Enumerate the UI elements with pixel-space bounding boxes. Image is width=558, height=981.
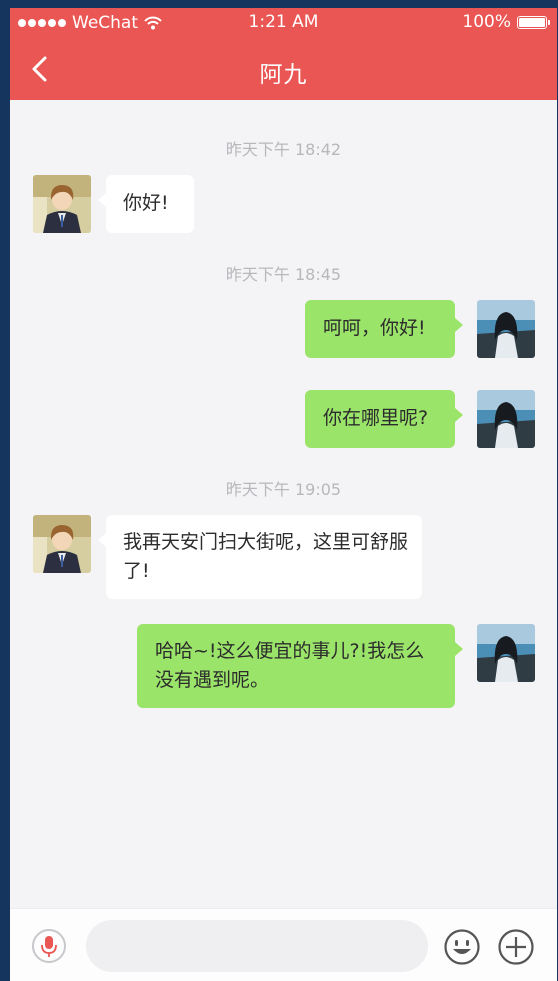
avatar-image bbox=[477, 390, 535, 448]
avatar-image bbox=[477, 300, 535, 358]
chat-title: 阿九 bbox=[259, 62, 308, 88]
outgoing-message[interactable]: 你在哪里呢? bbox=[305, 390, 463, 448]
outgoing-message[interactable]: 呵呵，你好! bbox=[305, 300, 463, 358]
plus-icon[interactable] bbox=[497, 928, 535, 966]
battery-status: 100% bbox=[462, 12, 550, 32]
timestamp: 昨天下午 18:42 bbox=[225, 140, 342, 159]
message-list[interactable]: 昨天下午 18:42 你好! 昨天下午 18:45 呵呵，你好! 你在哪里呢? … bbox=[10, 100, 557, 908]
timestamp: 昨天下午 19:05 bbox=[225, 480, 342, 499]
chat-screen: WeChat 1:21 AM 100% 阿九 昨天下午 18:42 你好! 昨天… bbox=[10, 8, 557, 981]
contact-avatar[interactable] bbox=[33, 515, 91, 573]
timestamp: 昨天下午 18:45 bbox=[225, 265, 342, 284]
battery-percent: 100% bbox=[462, 12, 511, 32]
input-bar bbox=[10, 908, 557, 981]
microphone-icon[interactable] bbox=[32, 929, 66, 963]
smiley-icon[interactable] bbox=[443, 928, 481, 966]
message-input[interactable] bbox=[86, 920, 428, 972]
avatar-image bbox=[33, 175, 91, 233]
user-avatar[interactable] bbox=[477, 390, 535, 448]
avatar-image bbox=[477, 624, 535, 682]
contact-avatar[interactable] bbox=[33, 175, 91, 233]
incoming-message[interactable]: 你好! bbox=[98, 175, 194, 233]
status-bar: WeChat 1:21 AM 100% bbox=[10, 8, 557, 38]
avatar-image bbox=[33, 515, 91, 573]
user-avatar[interactable] bbox=[477, 624, 535, 682]
battery-icon bbox=[517, 15, 550, 29]
incoming-message[interactable]: 我再天安门扫大街呢，这里可舒服了! bbox=[98, 515, 422, 599]
outgoing-message[interactable]: 哈哈~!这么便宜的事儿?!我怎么没有遇到呢。 bbox=[137, 624, 463, 708]
nav-bar: 阿九 bbox=[10, 38, 557, 100]
user-avatar[interactable] bbox=[477, 300, 535, 358]
